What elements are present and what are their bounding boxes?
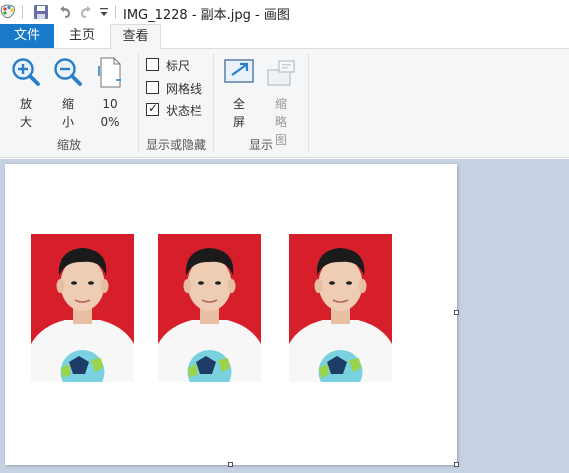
qat-separator xyxy=(115,5,116,19)
group-separator xyxy=(308,53,309,153)
show-hide-group-label: 显示或隐藏 xyxy=(145,138,206,152)
statusbar-checkbox[interactable]: ✓ xyxy=(146,101,159,116)
resize-handle-right[interactable] xyxy=(454,310,459,315)
zoom-in-icon xyxy=(12,58,40,86)
full-screen-button[interactable]: 全屏 xyxy=(220,53,258,133)
portrait-image xyxy=(31,234,134,382)
statusbar-label: 状态栏 xyxy=(166,104,203,118)
portrait-image xyxy=(289,234,392,382)
thumbnail-icon xyxy=(267,60,295,86)
save-icon[interactable] xyxy=(33,4,49,20)
rulers-checkbox[interactable] xyxy=(146,58,159,71)
actual-size-button[interactable]: 100% xyxy=(92,53,128,133)
display-group-label: 显示 xyxy=(248,138,273,152)
student-portrait-1 xyxy=(31,234,134,382)
zoom-in-button[interactable]: 放大 xyxy=(8,53,44,133)
customize-qat-icon[interactable] xyxy=(99,6,109,18)
ribbon-tabs: 文件 主页 查看 xyxy=(0,24,569,49)
image-canvas[interactable] xyxy=(5,164,457,465)
portrait-image xyxy=(158,234,261,382)
tab-home[interactable]: 主页 xyxy=(54,24,110,48)
actual-size-icon xyxy=(98,57,121,88)
undo-icon[interactable] xyxy=(56,4,72,20)
student-portrait-3 xyxy=(289,234,392,382)
full-screen-label: 全屏 xyxy=(232,97,245,129)
zoom-out-label: 缩小 xyxy=(61,97,74,129)
canvas-workspace[interactable] xyxy=(0,159,569,473)
rulers-label: 标尺 xyxy=(166,59,191,73)
title-bar: IMG_1228 - 副本.jpg - 画图 xyxy=(0,0,569,24)
tab-file[interactable]: 文件 xyxy=(0,24,54,48)
resize-handle-bottom[interactable] xyxy=(228,462,233,467)
full-screen-icon xyxy=(224,59,254,83)
resize-handle-corner[interactable] xyxy=(454,462,459,467)
actual-size-label: 100% xyxy=(100,97,120,129)
thumbnail-button[interactable]: 缩略图 xyxy=(262,53,300,147)
student-portrait-2 xyxy=(158,234,261,382)
redo-icon[interactable] xyxy=(79,4,95,20)
gridlines-label: 网格线 xyxy=(166,82,203,96)
paint-app-icon[interactable] xyxy=(0,3,16,21)
zoom-group-label: 缩放 xyxy=(56,138,81,152)
window-title: IMG_1228 - 副本.jpg - 画图 xyxy=(123,8,290,23)
zoom-out-icon xyxy=(54,58,82,86)
zoom-in-label: 放大 xyxy=(19,97,32,129)
checkmark-icon: ✓ xyxy=(148,101,159,115)
tab-view[interactable]: 查看 xyxy=(110,24,161,49)
zoom-out-button[interactable]: 缩小 xyxy=(50,53,86,133)
qat-separator xyxy=(22,5,23,19)
gridlines-checkbox[interactable] xyxy=(146,81,159,94)
ribbon-panel: 放大 缩小 100% 缩放 标尺 网格线 ✓ 状态栏 显示或隐藏 全屏 缩略图 … xyxy=(0,48,569,158)
